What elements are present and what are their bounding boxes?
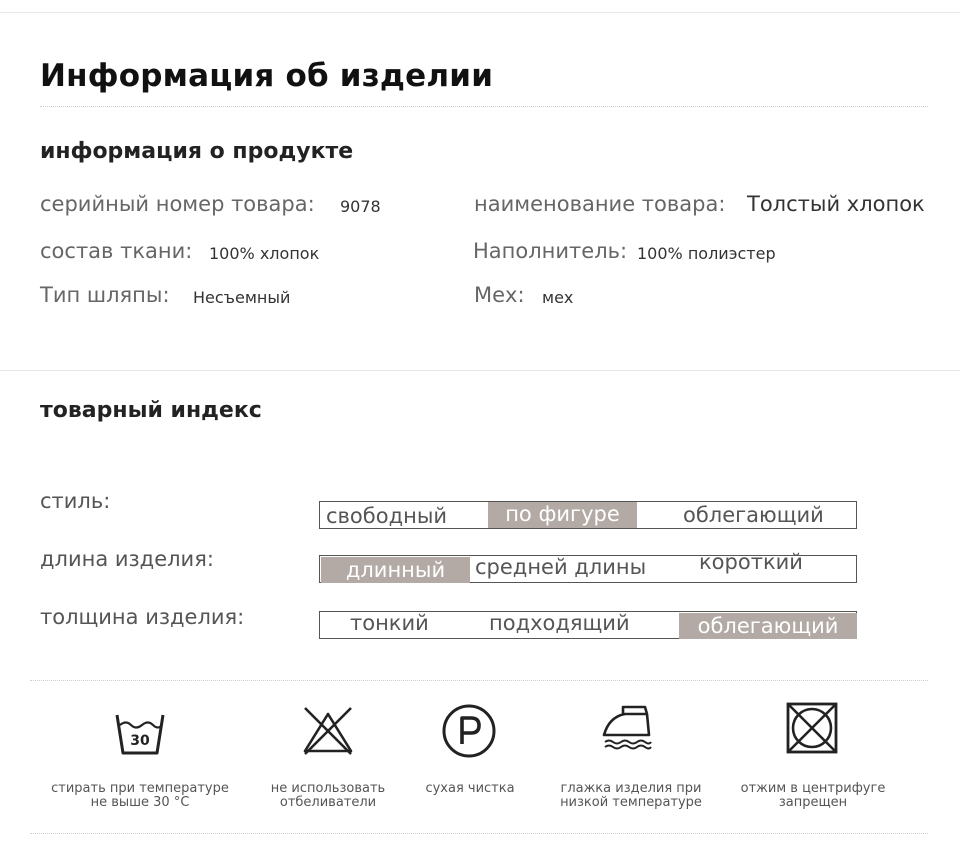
no-tumble-dry-icon [786,702,838,754]
length-scale: длинный средней длины короткий [319,550,857,583]
name-value: Толстый хлопок [747,192,925,216]
dry-clean-icon [442,704,496,758]
product-index-heading: товарный индекс [40,398,262,423]
care-caption-wash: стирать при температуре не выше 30 °С [51,781,229,810]
hat-type-label: Тип шляпы: [40,283,170,307]
top-divider [0,12,960,13]
care-caption-iron: глажка изделия при низкой температуре [560,781,702,810]
thickness-option-moderate: подходящий [489,611,630,635]
fabric-value: 100% хлопок [209,244,320,263]
length-label: длина изделия: [40,547,214,571]
filler-value: 100% полиэстер [637,244,776,263]
style-label: стиль: [40,489,111,513]
care-caption-spin: отжим в центрифуге запрещен [740,781,886,810]
wash-temp-number: 30 [130,733,150,749]
style-option-tight: облегающий [683,503,824,527]
no-bleach-icon [303,707,353,755]
thickness-option-thick: облегающий [679,613,857,639]
style-option-fitted: по фигуре [488,502,637,528]
wash-30-icon: 30 [115,714,165,755]
thickness-option-thin: тонкий [350,611,429,635]
care-top-divider [30,680,928,681]
hat-type-value: Несъемный [193,288,291,307]
product-info-heading: информация о продукте [40,139,354,164]
iron-low-icon [602,705,652,750]
fur-value: мех [542,288,574,307]
fur-label: Мех: [474,283,525,307]
style-option-loose: свободный [326,504,448,528]
thickness-scale: тонкий подходящий облегающий [319,611,857,639]
serial-label: серийный номер товара: [40,192,315,216]
thickness-label: толщина изделия: [40,605,245,629]
name-label: наименование товара: [474,192,726,216]
title-divider [40,106,928,107]
length-option-long: длинный [321,557,470,583]
style-scale: свободный по фигуре облегающий [319,501,857,529]
fabric-label: состав ткани: [40,239,193,263]
filler-label: Наполнитель: [473,239,628,263]
care-bottom-divider [30,833,928,834]
serial-value: 9078 [340,197,381,216]
length-option-medium: средней длины [475,555,647,579]
length-option-short: короткий [699,550,803,574]
section-divider [0,370,960,371]
page-title: Информация об изделии [40,58,494,94]
